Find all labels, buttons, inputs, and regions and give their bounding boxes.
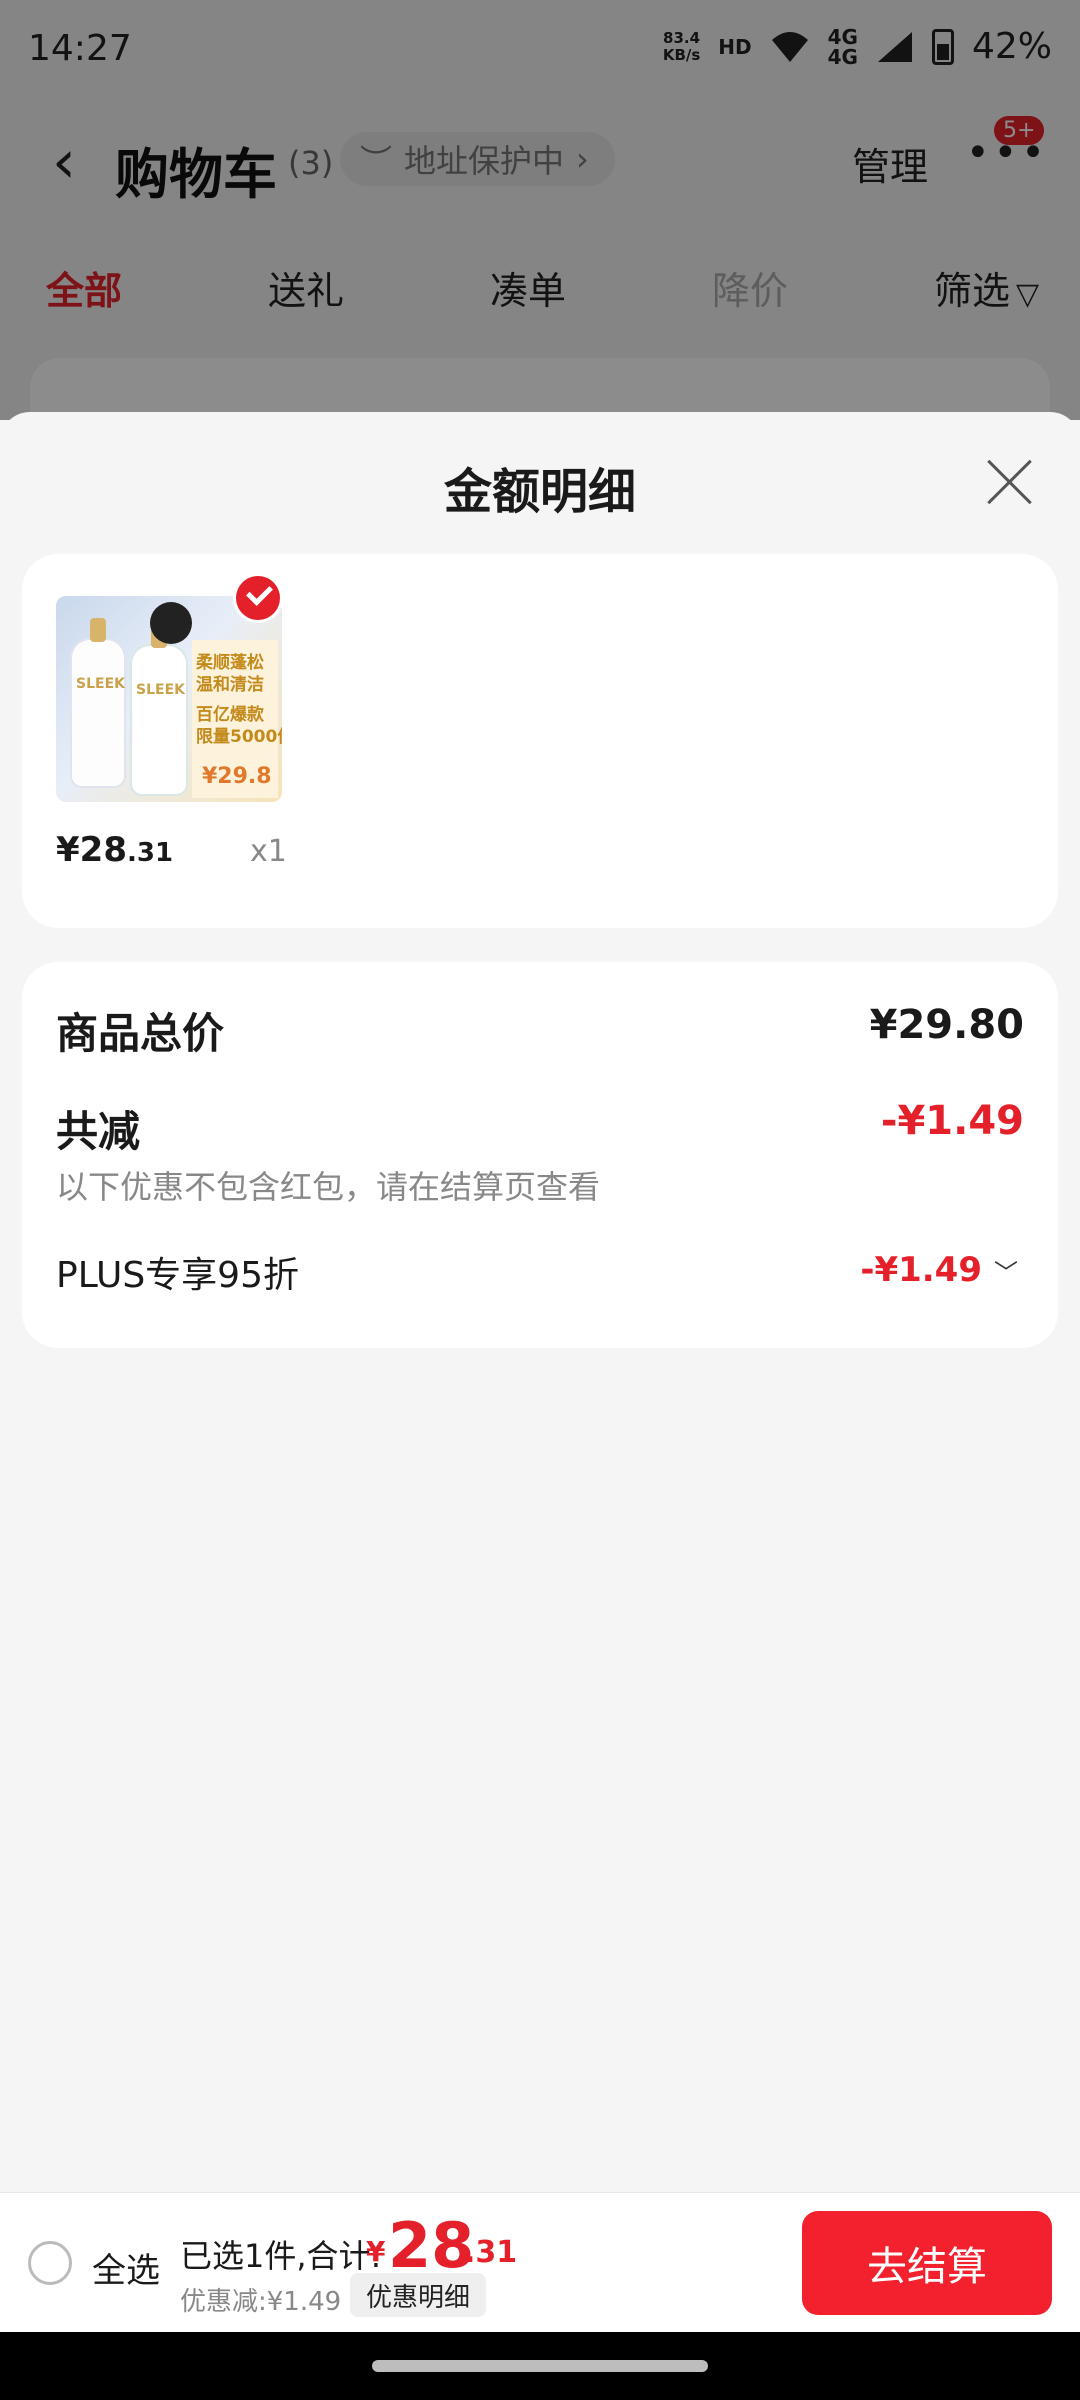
product-thumbnail[interactable]: SLEEK SLEEK 柔顺蓬松 温和清洁 百亿爆款 限量5000份 ¥29.8 — [56, 596, 282, 802]
price-summary-card: 商品总价 ¥29.80 共减 -¥1.49 以下优惠不包含红包，请在结算页查看 … — [22, 962, 1058, 1348]
amount-detail-sheet: 金额明细 SLEEK SLEEK 柔顺蓬松 温和清洁 百亿爆款 限量5000份 … — [0, 412, 1080, 2192]
bottle-image: SLEEK — [72, 618, 125, 786]
home-gesture-handle[interactable] — [372, 2360, 708, 2372]
discount-detail-button[interactable]: 优惠明细 — [350, 2273, 487, 2317]
discount-label: 共减 — [56, 1107, 141, 1156]
product-quantity: x1 — [250, 834, 287, 869]
close-icon[interactable] — [984, 456, 1036, 508]
select-all-radio[interactable] — [28, 2241, 72, 2285]
chevron-down-icon: ﹀ — [994, 1258, 1018, 1287]
discount-summary: 优惠减:¥1.49 — [180, 2287, 342, 2317]
selected-summary: 已选1件,合计: — [180, 2237, 382, 2275]
total-price-label: 商品总价 — [56, 1009, 225, 1058]
total-price-value: ¥29.80 — [869, 1002, 1024, 1048]
promo-text: 温和清洁 — [196, 675, 264, 695]
sheet-title: 金额明细 — [443, 464, 636, 520]
select-all-label[interactable]: 全选 — [92, 2243, 160, 2292]
discount-note: 以下优惠不包含红包，请在结算页查看 — [56, 1168, 601, 1206]
checkout-bar: 全选 已选1件,合计: ¥ 28 .31 优惠减:¥1.49 优惠明细 去结算 — [0, 2192, 1080, 2332]
brand-seal-icon — [150, 602, 192, 644]
modal-scrim[interactable] — [0, 0, 1080, 420]
promo-price: ¥29.8 — [202, 764, 272, 789]
promo-text: 限量5000份 — [196, 727, 282, 747]
bottle-image: SLEEK — [132, 624, 186, 794]
plus-discount-value[interactable]: -¥1.49 ﹀ — [860, 1250, 1018, 1290]
product-card: SLEEK SLEEK 柔顺蓬松 温和清洁 百亿爆款 限量5000份 ¥29.8… — [22, 554, 1058, 928]
discount-value: -¥1.49 — [880, 1098, 1024, 1144]
total-currency: ¥ — [366, 2235, 386, 2268]
selected-check-icon — [236, 576, 280, 620]
checkout-button[interactable]: 去结算 — [802, 2211, 1052, 2315]
total-amount: 28 — [388, 2209, 475, 2282]
plus-discount-label: PLUS专享95折 — [56, 1255, 299, 1296]
product-price: ¥28.31 — [56, 830, 174, 870]
system-nav-bar — [0, 2332, 1080, 2400]
total-amount-decimal: .31 — [464, 2235, 518, 2270]
